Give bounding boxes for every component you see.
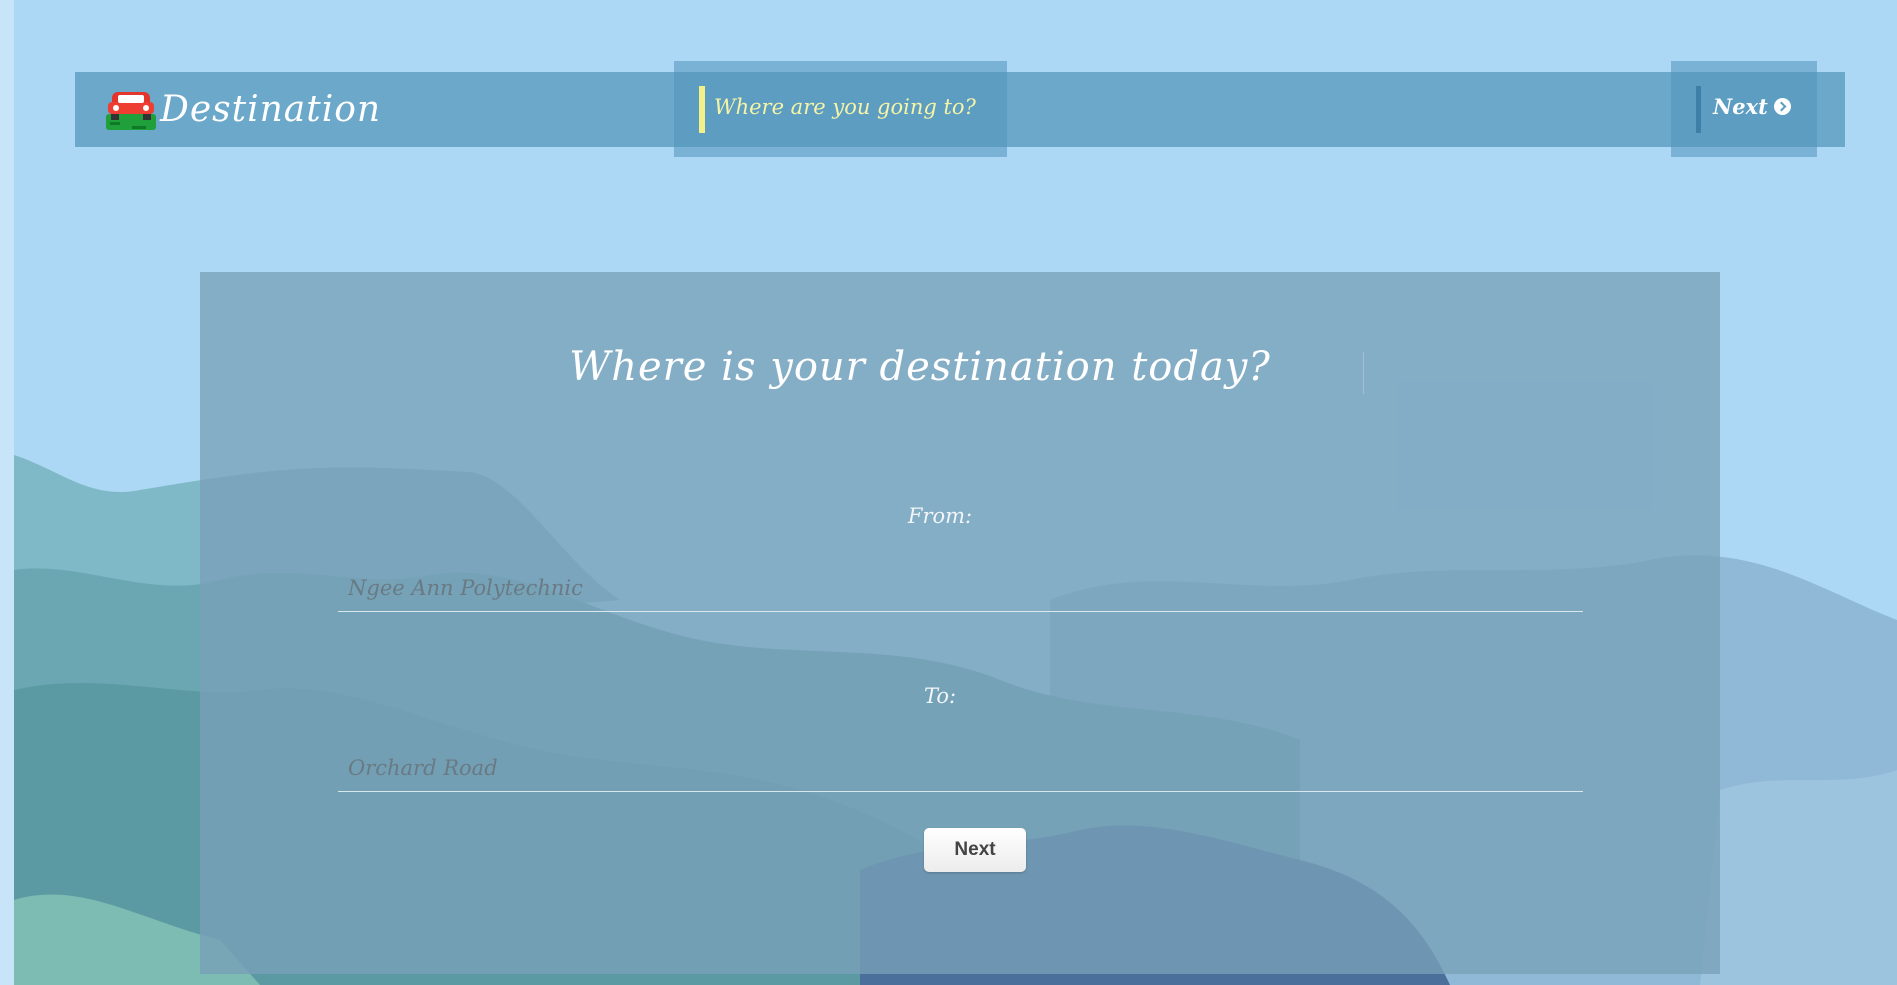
nav-step-label: Where are you going to? bbox=[714, 95, 976, 119]
car-icon bbox=[104, 84, 158, 134]
active-indicator bbox=[699, 86, 705, 133]
to-input[interactable] bbox=[338, 744, 1583, 792]
nav-next-indicator bbox=[1696, 86, 1701, 133]
from-label: From: bbox=[907, 504, 973, 528]
destination-form-card: Where is your destination today? From: T… bbox=[200, 272, 1720, 974]
nav-next-button[interactable]: Next bbox=[1671, 61, 1817, 157]
nav-next-label-wrap: Next bbox=[1713, 94, 1791, 119]
next-button[interactable]: Next bbox=[924, 828, 1026, 872]
chevron-circle-right-icon bbox=[1773, 98, 1791, 115]
nav-next-label: Next bbox=[1713, 94, 1768, 119]
page-title: Where is your destination today? bbox=[569, 344, 1271, 390]
brand-title: Destination bbox=[160, 88, 382, 130]
nav-step-where-going[interactable]: Where are you going to? bbox=[674, 61, 1007, 157]
from-input[interactable] bbox=[338, 564, 1583, 612]
brand[interactable]: Destination bbox=[104, 84, 381, 134]
title-divider bbox=[1363, 352, 1364, 394]
to-label: To: bbox=[923, 684, 957, 708]
